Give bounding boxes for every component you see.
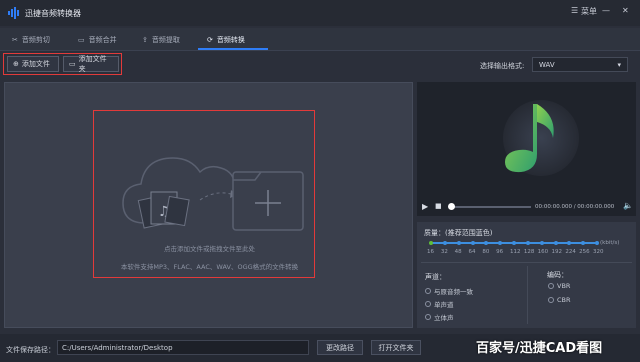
channel-option-label: 单声道 (434, 301, 454, 309)
encoding-label: 编码： (547, 271, 568, 279)
settings-column-divider (527, 266, 528, 324)
tab-bar: ✂ 音频剪切 ▭ 音频合并 ⇪ 音频提取 ⟳ 音频转换 (0, 28, 640, 51)
app-logo-icon (8, 7, 19, 19)
save-path-label: 文件保存路径： (6, 346, 55, 354)
volume-icon[interactable]: 🔈 (623, 201, 633, 210)
tab-cut[interactable]: ✂ 音频剪切 (12, 32, 50, 48)
music-note-icon (505, 104, 554, 173)
bitrate-tick-label: 192 (551, 249, 563, 255)
player-controls: ▶ ■ 00:00:00.000 / 00:00:00.000 🔈 (417, 198, 636, 216)
radio-icon (425, 301, 431, 307)
watermark-text: 百家号/迅捷CAD看图 (476, 341, 603, 356)
quality-label: 质量：(推荐范围蓝色) (424, 229, 493, 237)
audio-preview (417, 82, 636, 216)
change-path-button[interactable]: 更改路径 (317, 340, 363, 355)
bitrate-tick-label: 96 (496, 249, 504, 255)
app-title: 迅捷音频转换器 (25, 9, 81, 18)
bitrate-dot-128[interactable] (525, 240, 530, 245)
bitrate-dot-112[interactable] (512, 240, 516, 245)
output-format-select[interactable]: WAV ▾ (532, 57, 628, 72)
bitrate-dot-160[interactable] (539, 240, 544, 245)
bitrate-dot-32[interactable] (442, 240, 447, 245)
tab-convert[interactable]: ⟳ 音频转换 (207, 32, 245, 48)
radio-icon (425, 288, 431, 294)
radio-icon (425, 314, 431, 320)
encoding-option-cbr[interactable]: CBR (548, 296, 571, 304)
radio-icon (548, 283, 554, 289)
close-icon[interactable]: ✕ (622, 6, 629, 15)
channel-option-label: 与原音频一致 (434, 288, 473, 296)
encoding-option-label: VBR (557, 282, 571, 290)
progress-track[interactable] (449, 206, 531, 208)
channel-option-original[interactable]: 与原音频一致 (425, 286, 473, 296)
bitrate-tick-label: 64 (468, 249, 476, 255)
open-folder-button[interactable]: 打开文件夹 (371, 340, 421, 355)
settings-divider (421, 262, 632, 263)
bitrate-tick-label: 160 (537, 249, 549, 255)
radio-icon (548, 297, 554, 303)
stop-icon[interactable]: ■ (435, 202, 442, 210)
drop-highlight-box (93, 110, 315, 278)
bitrate-dot-64[interactable] (470, 240, 475, 245)
menu-label[interactable]: 菜单 (581, 6, 597, 17)
extract-icon: ⇪ (142, 36, 148, 44)
progress-knob[interactable] (448, 203, 455, 210)
bitrate-dot-16[interactable] (429, 240, 433, 245)
encoding-option-vbr[interactable]: VBR (548, 282, 570, 290)
bitrate-tick-label: 48 (454, 249, 462, 255)
channel-option-mono[interactable]: 单声道 (425, 299, 454, 309)
bitrate-dot-320[interactable] (595, 240, 599, 245)
channel-option-stereo[interactable]: 立体声 (425, 312, 454, 322)
bitrate-dot-48[interactable] (456, 240, 461, 245)
play-icon[interactable]: ▶ (422, 202, 428, 211)
channel-option-label: 立体声 (434, 314, 454, 322)
tab-label: 音频转换 (216, 36, 245, 44)
bitrate-tick-label: 224 (565, 249, 576, 255)
bitrate-dot-224[interactable] (567, 240, 572, 245)
save-path-field[interactable]: C:/Users/Administrator/Desktop (57, 340, 309, 355)
highlight-box (3, 53, 122, 75)
tab-label: 音频提取 (151, 36, 180, 44)
bitrate-tick-label: 32 (440, 249, 448, 255)
bitrate-tick-label: 112 (510, 249, 521, 255)
active-tab-indicator (198, 48, 268, 50)
settings-panel: 质量：(推荐范围蓝色) (kbit/s) 声道： 与原音频一致 单声道 立体声 … (417, 222, 636, 328)
bitrate-tick-label: 256 (579, 249, 590, 255)
title-bar: 迅捷音频转换器 ☰ 菜单 — ✕ (0, 0, 640, 26)
output-format-value: WAV (539, 60, 555, 69)
convert-icon: ⟳ (207, 36, 213, 44)
tab-extract[interactable]: ⇪ 音频提取 (142, 32, 180, 48)
merge-icon: ▭ (78, 36, 85, 44)
minimize-icon[interactable]: — (602, 6, 610, 15)
chevron-down-icon: ▾ (617, 60, 621, 69)
bitrate-tick-label: 320 (593, 249, 604, 255)
tab-merge[interactable]: ▭ 音频合并 (78, 32, 117, 48)
bitrate-dot-192[interactable] (553, 240, 558, 245)
bitrate-dot-80[interactable] (484, 240, 489, 245)
bitrate-dot-96[interactable] (498, 240, 503, 245)
bitrate-tick-label: 16 (427, 249, 434, 255)
bitrate-tick-label: 128 (523, 249, 535, 255)
tab-label: 音频合并 (88, 36, 117, 44)
encoding-option-label: CBR (557, 296, 571, 304)
bitrate-unit: (kbit/s) (600, 240, 620, 246)
bitrate-tick-label: 80 (482, 249, 490, 255)
time-display: 00:00:00.000 / 00:00:00.000 (535, 204, 615, 210)
scissors-icon: ✂ (12, 36, 18, 44)
menu-icon[interactable]: ☰ (571, 6, 578, 15)
tab-label: 音频剪切 (21, 36, 50, 44)
channel-label: 声道： (425, 273, 446, 281)
output-format-label: 选择输出格式: (480, 62, 525, 70)
bitrate-dot-256[interactable] (581, 240, 586, 245)
